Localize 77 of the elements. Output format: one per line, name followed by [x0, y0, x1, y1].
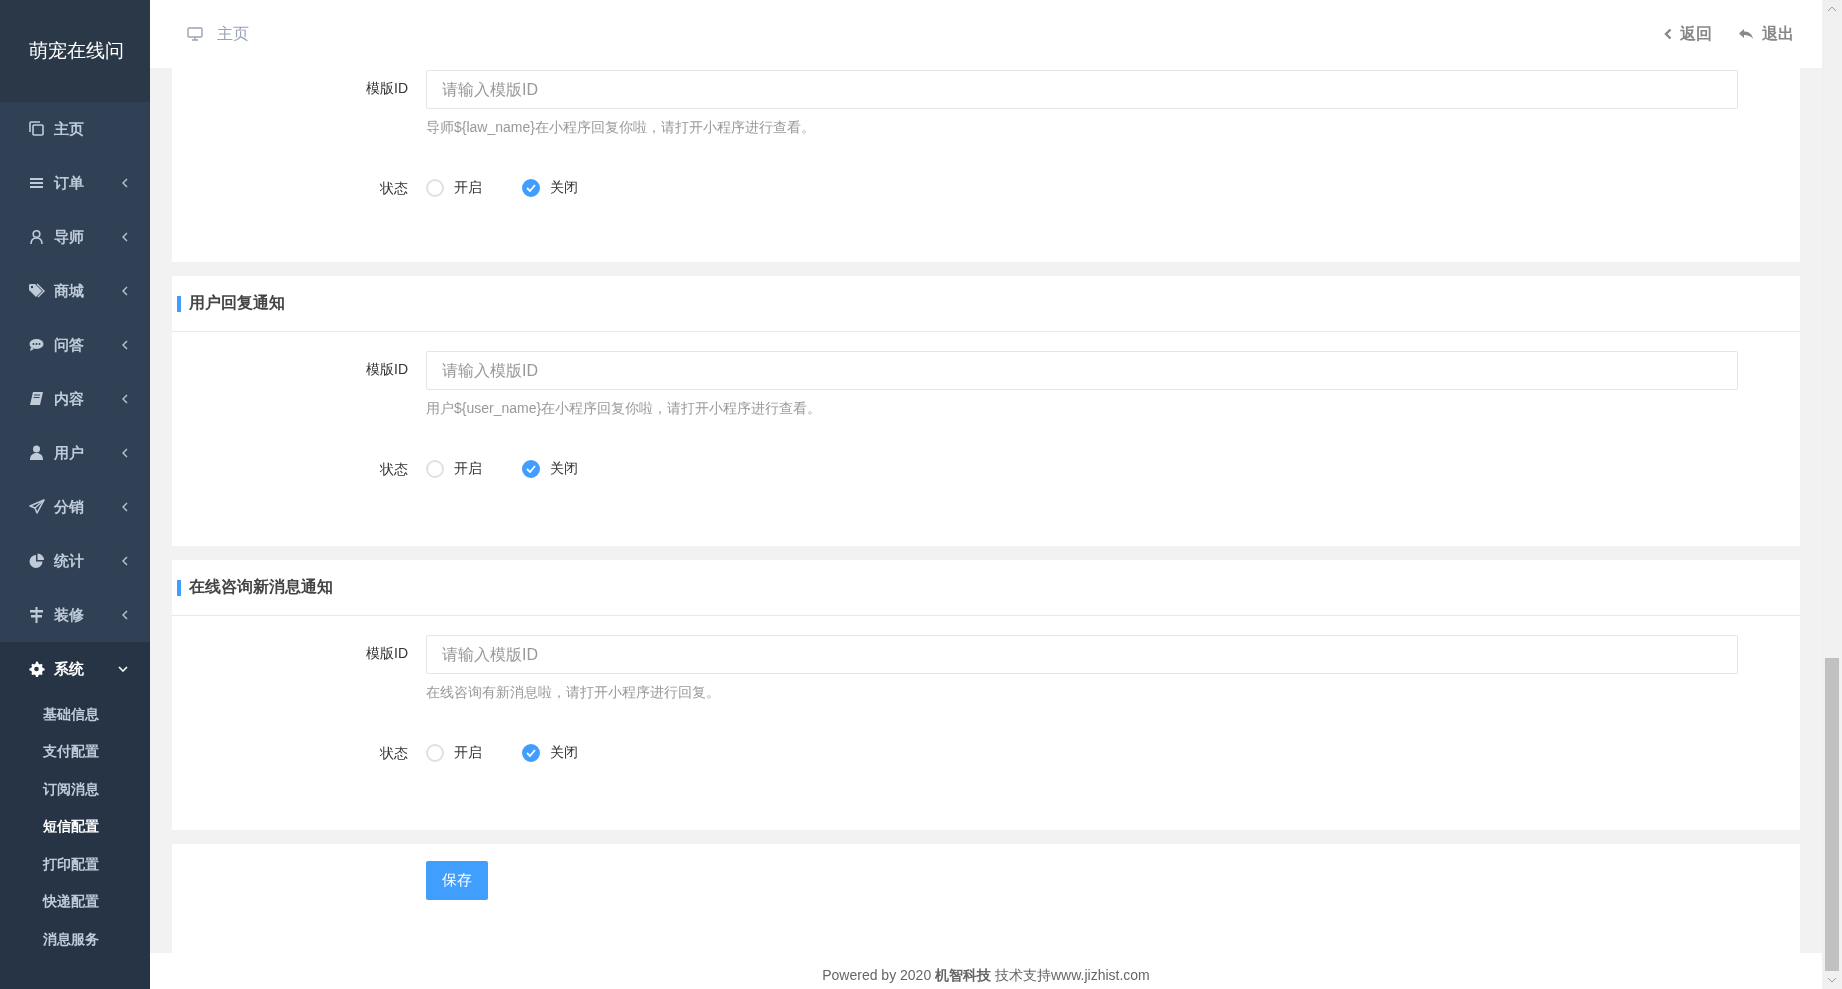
header-link[interactable]: 退出: [1738, 23, 1794, 45]
submenu-item[interactable]: 短信配置: [0, 808, 150, 846]
sidebar-item[interactable]: 装修: [0, 588, 150, 642]
chat-icon: [28, 336, 45, 354]
person-icon: [28, 228, 45, 246]
hint-text: 用户${user_name}在小程序回复你啦，请打开小程序进行查看。: [426, 400, 823, 418]
accent-bar: [177, 579, 181, 596]
accent-bar: [177, 295, 181, 312]
submenu-item[interactable]: 快递配置: [0, 883, 150, 921]
scrollbar-thumb[interactable]: [1825, 658, 1839, 971]
check-icon: [526, 465, 536, 473]
radio-button[interactable]: [522, 744, 540, 762]
chevron-down-icon: [118, 666, 128, 672]
check-icon: [526, 184, 536, 192]
sidebar-item[interactable]: 主页: [0, 102, 150, 156]
paper-plane-icon: [28, 498, 45, 516]
option-label: 关闭: [550, 179, 578, 197]
field-label: 状态: [379, 460, 408, 479]
chevron-left-icon: [122, 340, 128, 350]
sidebar-item[interactable]: 统计: [0, 534, 150, 588]
section-title: 用户回复通知: [189, 293, 285, 313]
sidebar-item[interactable]: 系统: [0, 642, 150, 696]
scroll-up-icon: [1827, 6, 1837, 12]
field-label: 模版ID: [365, 360, 408, 379]
chevron-left-icon: [122, 232, 128, 242]
chevron-left-icon: [1664, 28, 1672, 40]
radio-button[interactable]: [522, 179, 540, 197]
input-field[interactable]: 请输入模版ID: [426, 635, 1738, 674]
chevron-left-icon: [122, 394, 128, 404]
monitor-icon: [187, 27, 203, 41]
scroll-down-icon: [1827, 977, 1837, 983]
input-field[interactable]: 请输入模版ID: [426, 351, 1738, 390]
hint-text: 在线咨询有新消息啦，请打开小程序进行回复。: [426, 684, 721, 702]
sidebar-item[interactable]: 内容: [0, 372, 150, 426]
chevron-left-icon: [122, 448, 128, 458]
chevron-left-icon: [122, 178, 128, 188]
pie-chart-icon: [28, 552, 45, 570]
option-label: 关闭: [550, 744, 578, 762]
field-label: 模版ID: [365, 79, 408, 98]
sidebar-item[interactable]: 分销: [0, 480, 150, 534]
book-icon: [28, 390, 45, 408]
section-title: 在线咨询新消息通知: [189, 577, 333, 597]
copy-icon: [28, 120, 45, 138]
scrollbar[interactable]: [1822, 0, 1842, 989]
submenu-item[interactable]: 支付配置: [0, 733, 150, 771]
option-label: 开启: [454, 460, 482, 478]
option-label: 关闭: [550, 460, 578, 478]
field-label: 状态: [379, 744, 408, 763]
option-label: 开启: [454, 744, 482, 762]
check-icon: [526, 749, 536, 757]
chevron-left-icon: [122, 502, 128, 512]
user-icon: [28, 444, 45, 462]
hint-text: 导师${law_name}在小程序回复你啦，请打开小程序进行查看。: [426, 119, 816, 137]
header-link[interactable]: 返回: [1664, 23, 1712, 45]
radio-button[interactable]: [522, 460, 540, 478]
submenu-item[interactable]: 打印配置: [0, 846, 150, 884]
field-label: 模版ID: [365, 644, 408, 663]
submenu-item[interactable]: 基础信息: [0, 696, 150, 734]
sidebar-item[interactable]: 问答: [0, 318, 150, 372]
field-label: 状态: [379, 179, 408, 198]
sidebar-item[interactable]: 用户: [0, 426, 150, 480]
submenu-item[interactable]: 消息服务: [0, 921, 150, 959]
tags-icon: [28, 282, 45, 300]
reply-arrow-icon: [1738, 28, 1754, 40]
footer-text: Powered by 2020 机智科技 技术支持www.jizhist.com: [822, 967, 1150, 985]
chevron-left-icon: [122, 286, 128, 296]
sidebar-item[interactable]: 订单: [0, 156, 150, 210]
sidebar-item[interactable]: 商城: [0, 264, 150, 318]
app-title: 萌宠在线问: [29, 39, 124, 63]
chevron-left-icon: [122, 556, 128, 566]
sidebar-item[interactable]: 导师: [0, 210, 150, 264]
signpost-icon: [28, 606, 45, 624]
gear-icon: [28, 660, 45, 678]
chevron-left-icon: [122, 610, 128, 620]
input-field[interactable]: 请输入模版ID: [426, 70, 1738, 109]
submenu-item[interactable]: 订阅消息: [0, 771, 150, 809]
option-label: 开启: [454, 179, 482, 197]
